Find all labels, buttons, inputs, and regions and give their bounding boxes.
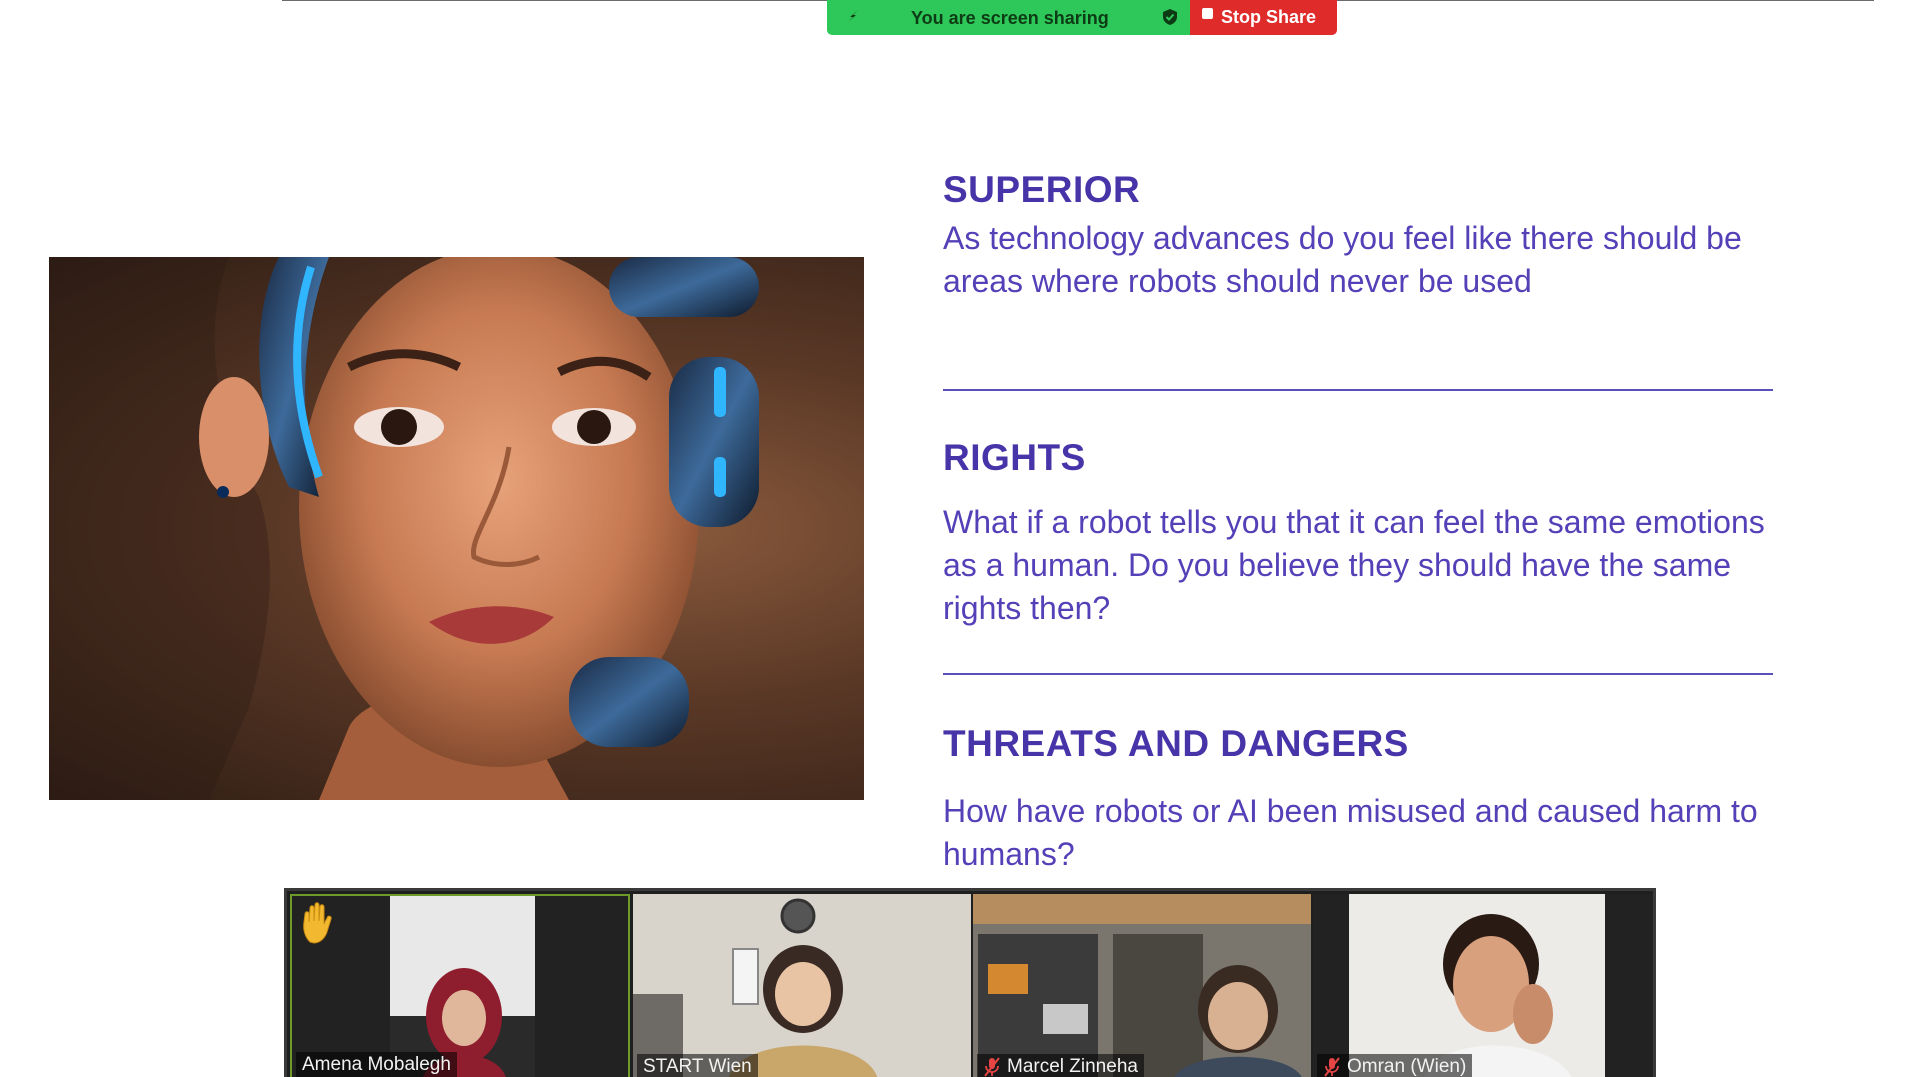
participant-gallery: Amena Mobalegh START Wien Marcel Zinneha… — [284, 888, 1656, 1077]
stop-square-icon — [1202, 8, 1213, 19]
shield-check-icon — [1163, 9, 1177, 25]
body-superior: As technology advances do you feel like … — [943, 220, 1742, 299]
video-feed — [973, 894, 1311, 1077]
share-arrow-icon — [848, 10, 858, 22]
share-status-text: You are screen sharing — [911, 8, 1109, 28]
zoom-screen-share-view: You are screen sharing Stop Share SUPERI… — [0, 0, 1908, 1077]
heading-threats: THREATS AND DANGERS — [943, 723, 1409, 764]
video-feed — [633, 894, 971, 1077]
stop-share-label: Stop Share — [1221, 7, 1317, 27]
participant-name-tag: Omran (Wien) — [1317, 1054, 1473, 1077]
screen-share-toolbar: You are screen sharing Stop Share — [827, 0, 1337, 35]
section-divider — [943, 673, 1773, 675]
stop-share-button[interactable]: Stop Share — [1190, 0, 1337, 35]
mic-muted-icon — [984, 1057, 1000, 1077]
participant-name-tag: START Wien — [637, 1054, 758, 1077]
section-divider — [943, 389, 1773, 391]
participant-tile[interactable]: Amena Mobalegh — [290, 894, 630, 1077]
share-status-pill[interactable]: You are screen sharing — [827, 0, 1190, 35]
participant-name-tag: Amena Mobalegh — [296, 1052, 457, 1077]
video-feed — [1313, 894, 1653, 1077]
participant-tile[interactable]: Marcel Zinneha — [973, 894, 1311, 1077]
raised-hand-icon — [303, 902, 332, 944]
participant-name: Amena Mobalegh — [302, 1054, 451, 1075]
heading-rights: RIGHTS — [943, 437, 1086, 478]
robot-portrait-illustration — [49, 257, 759, 800]
body-threats: How have robots or AI been misused and c… — [943, 793, 1758, 872]
participant-tile[interactable]: Omran (Wien) — [1313, 894, 1653, 1077]
mic-muted-icon — [1324, 1057, 1340, 1077]
participant-name-tag: Marcel Zinneha — [977, 1054, 1144, 1077]
robot-woman-image — [49, 257, 864, 800]
participant-name: START Wien — [643, 1056, 752, 1077]
heading-superior: SUPERIOR — [943, 169, 1141, 210]
participant-name: Omran (Wien) — [1347, 1056, 1467, 1077]
participant-tile[interactable]: START Wien — [633, 894, 971, 1077]
video-feed — [292, 896, 628, 1077]
participant-name: Marcel Zinneha — [1007, 1056, 1138, 1077]
body-rights: What if a robot tells you that it can fe… — [943, 504, 1765, 626]
